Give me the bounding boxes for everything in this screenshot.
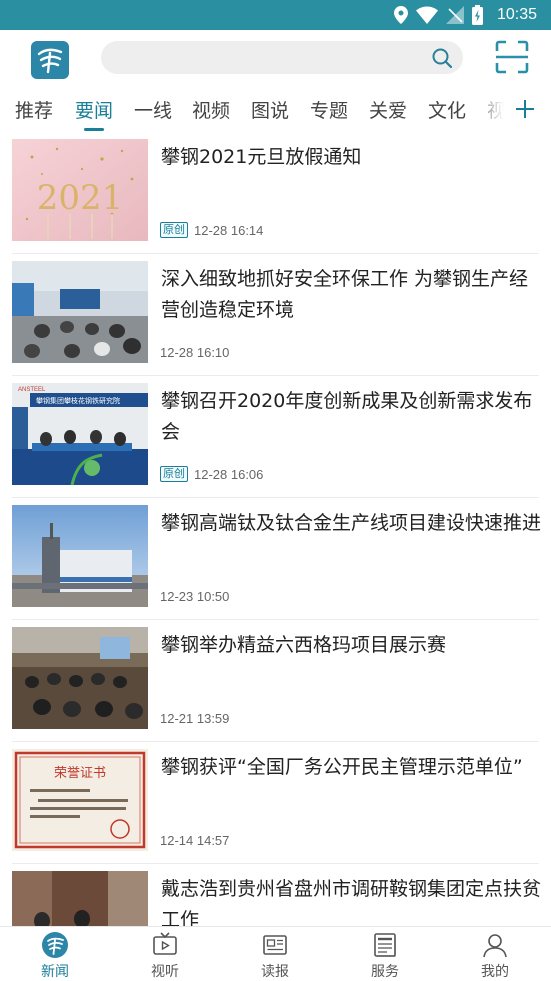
news-thumbnail: 2021 [12,139,148,241]
tv-icon [153,932,177,955]
no-signal-icon [445,6,464,24]
thumb-banner-text: 攀钢集团攀枝花钢铁研究院 [36,396,120,405]
news-time: 12-28 16:14 [194,222,264,238]
news-item[interactable]: 攀钢高端钛及钛合金生产线项目建设快速推进 12-23 10:50 [0,498,551,620]
news-item[interactable]: 2021 攀钢2021元旦放假通知 原创 12-28 16:14 [0,132,551,254]
status-time: 10:35 [496,6,537,23]
news-title[interactable]: 戴志浩到贵州省盘州市调研鞍钢集团定点扶贫工作 [161,874,541,926]
category-tabs: 推荐 要闻 一线 视频 图说 专题 关爱 文化 视 [0,88,551,132]
tabs-fade [470,88,510,132]
bottom-nav: 新闻 视听 读报 服务 我的 [0,926,551,981]
tab-culture[interactable]: 文化 [428,96,466,123]
news-thumbnail [12,261,148,363]
news-thumbnail [12,505,148,607]
news-item[interactable]: 攀钢举办精益六西格玛项目展示赛 12-21 13:59 [0,620,551,742]
thumb-year-text: 2021 [37,178,124,218]
tab-care[interactable]: 关爱 [369,96,407,123]
service-news-icon [374,933,396,957]
nav-service[interactable]: 服务 [330,927,440,981]
tab-headlines[interactable]: 要闻 [75,96,113,123]
nav-read-paper[interactable]: 读报 [220,927,330,981]
original-badge: 原创 [160,466,188,482]
news-meta: 12-23 10:50 [160,587,229,605]
news-thumbnail: ANSTEEL 攀钢集团攀枝花钢铁研究院 [12,383,148,485]
search-input[interactable] [115,41,415,74]
news-item[interactable]: 深入细致地抓好安全环保工作 为攀钢生产经营创造稳定环境 12-28 16:10 [0,254,551,376]
news-thumbnail: 荣誉证书 [12,749,148,851]
nav-label: 新闻 [41,964,69,980]
newspaper-icon [263,935,287,955]
original-badge: 原创 [160,222,188,238]
nav-label: 视听 [151,964,179,980]
news-item[interactable]: 戴志浩到贵州省盘州市调研鞍钢集团定点扶贫工作 [0,864,551,926]
news-title[interactable]: 攀钢2021元旦放假通知 [161,142,541,173]
news-title[interactable]: 攀钢获评“全国厂务公开民主管理示范单位” [161,752,541,783]
news-meta: 12-21 13:59 [160,709,229,727]
news-item[interactable]: ANSTEEL 攀钢集团攀枝花钢铁研究院 攀钢召开2020年度创新成果及创新需求… [0,376,551,498]
news-title[interactable]: 攀钢召开2020年度创新成果及创新需求发布会 [161,386,541,448]
search-box[interactable] [101,41,463,74]
nav-mine[interactable]: 我的 [440,927,550,981]
app-logo[interactable] [31,41,69,79]
news-title[interactable]: 深入细致地抓好安全环保工作 为攀钢生产经营创造稳定环境 [161,264,541,326]
news-thumbnail [12,871,148,926]
news-meta: 原创 12-28 16:14 [160,221,263,239]
nav-label: 服务 [371,964,399,980]
tab-video[interactable]: 视频 [192,96,230,123]
tab-pictures[interactable]: 图说 [251,96,289,123]
tab-recommend[interactable]: 推荐 [15,96,53,123]
nav-label: 读报 [261,964,289,980]
wifi-icon [415,6,438,24]
news-time: 12-28 16:06 [194,466,264,482]
nav-news[interactable]: 新闻 [0,927,110,981]
status-bar: 10:35 [0,0,551,30]
active-tab-indicator [84,128,104,131]
news-list: 2021 攀钢2021元旦放假通知 原创 12-28 16:14 深入细致地抓好… [0,132,551,926]
add-tab-icon[interactable] [513,97,537,121]
battery-charging-icon [471,5,483,25]
nav-audio-video[interactable]: 视听 [110,927,220,981]
news-title[interactable]: 攀钢高端钛及钛合金生产线项目建设快速推进 [161,508,541,539]
tab-topics[interactable]: 专题 [310,96,348,123]
news-time: 12-14 14:57 [160,832,230,848]
nav-label: 我的 [481,964,509,980]
news-logo-icon [42,932,68,958]
thumb-certificate-text: 荣誉证书 [54,766,106,781]
news-meta: 原创 12-28 16:06 [160,465,263,483]
news-thumbnail [12,627,148,729]
news-meta: 12-14 14:57 [160,831,229,849]
app-header [0,30,551,88]
news-time: 12-21 13:59 [160,710,230,726]
news-meta: 12-28 16:10 [160,343,229,361]
search-icon[interactable] [431,47,453,69]
scan-icon[interactable] [495,40,529,74]
news-time: 12-28 16:10 [160,344,230,360]
news-title[interactable]: 攀钢举办精益六西格玛项目展示赛 [161,630,541,661]
location-icon [393,6,408,24]
tab-frontline[interactable]: 一线 [134,96,172,123]
status-icons: 10:35 [393,0,537,30]
logo-emblem-icon [37,48,63,74]
news-item[interactable]: 荣誉证书 攀钢获评“全国厂务公开民主管理示范单位” 12-14 14:57 [0,742,551,864]
news-time: 12-23 10:50 [160,588,230,604]
thumb-ansteel-text: ANSTEEL [18,387,46,393]
user-icon [483,934,507,958]
